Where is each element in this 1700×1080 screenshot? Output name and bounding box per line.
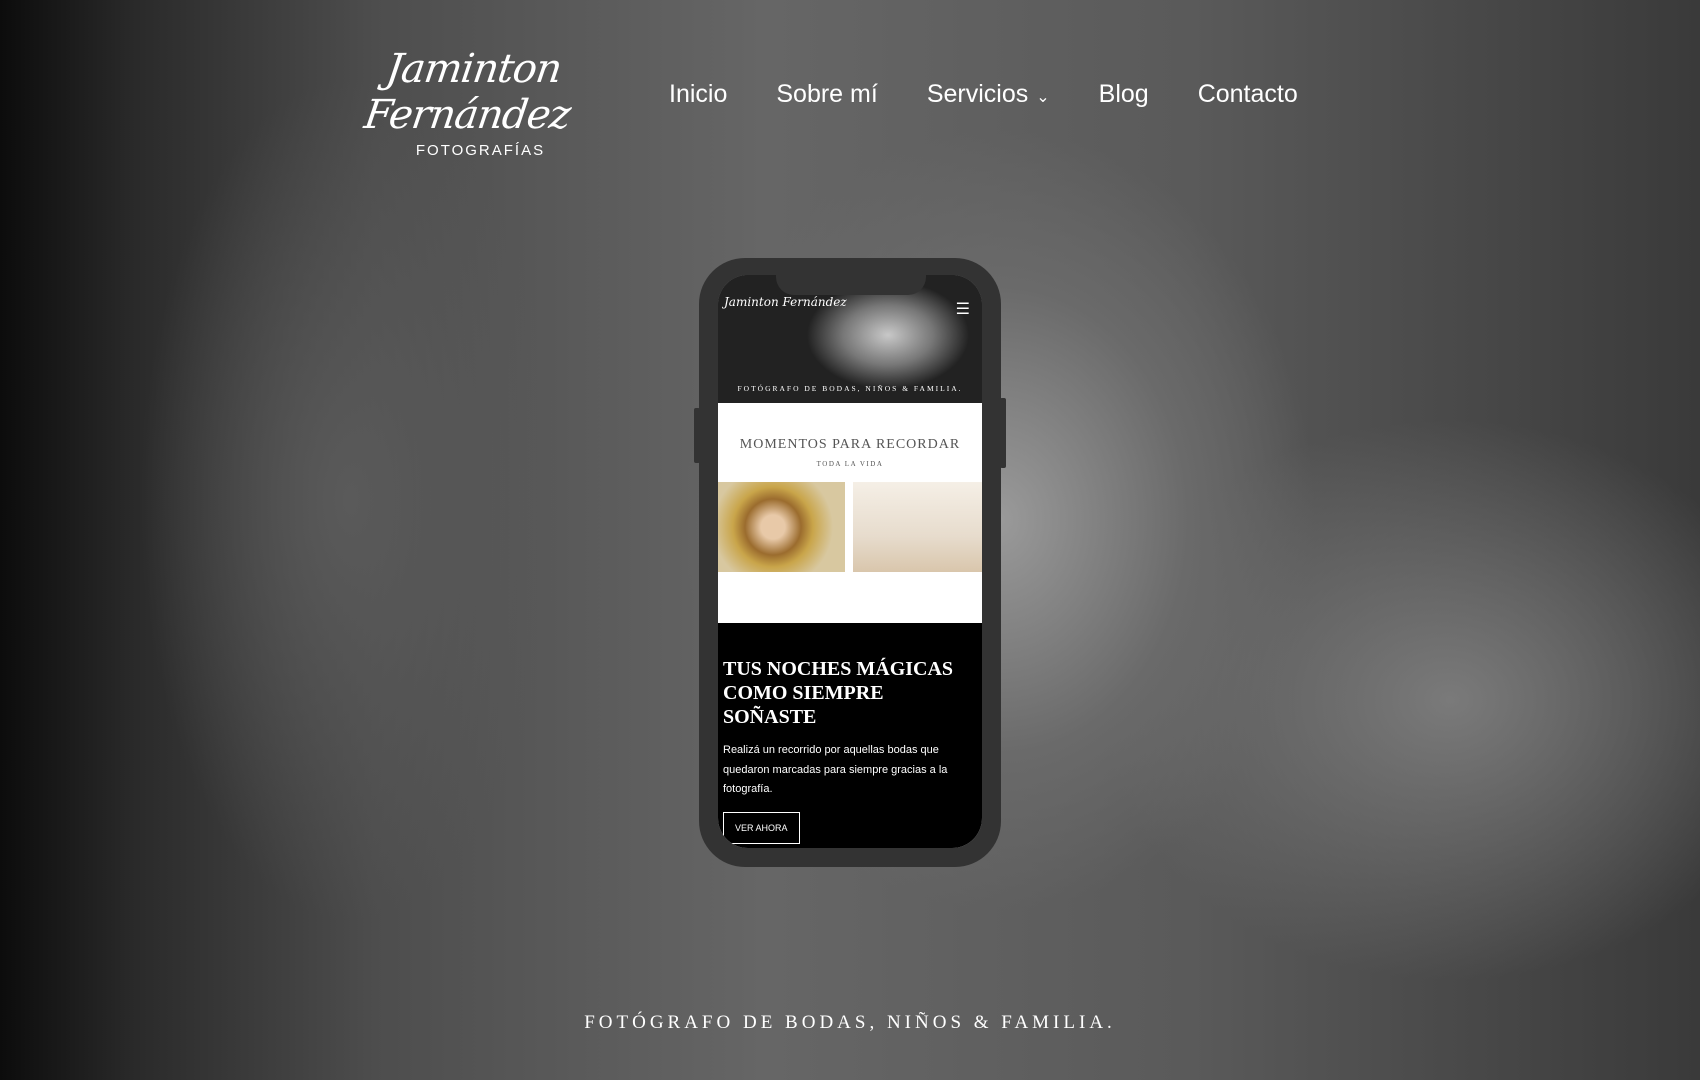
section-subtitle: TODA LA VIDA bbox=[816, 460, 884, 468]
photo-bride-shoe[interactable] bbox=[853, 482, 982, 572]
nav-sobre-mi[interactable]: Sobre mí bbox=[776, 80, 877, 109]
nav-blog[interactable]: Blog bbox=[1099, 80, 1149, 109]
mobile-hero-tagline: FOTÓGRAFO DE BODAS, NIÑOS & FAMILIA. bbox=[737, 384, 963, 393]
nav-servicios[interactable]: Servicios ⌄ bbox=[927, 80, 1050, 109]
promo-title: TUS NOCHES MÁGICAS COMO SIEMPRE SOÑASTE bbox=[723, 658, 954, 728]
nav-servicios-label: Servicios bbox=[926, 80, 1029, 108]
main-nav: Inicio Sobre mí Servicios ⌄ Blog Contacto bbox=[669, 80, 1298, 109]
promo-text: Realizá un recorrido por aquellas bodas … bbox=[723, 744, 948, 795]
photo-child-lion[interactable] bbox=[718, 482, 845, 572]
ver-ahora-button[interactable]: VER AHORA bbox=[723, 811, 800, 844]
logo-sub: FOTOGRAFÍAS bbox=[415, 142, 546, 159]
phone-mockup: Jaminton Fernández ☰ FOTÓGRAFO DE BODAS,… bbox=[694, 258, 1006, 867]
nav-inicio[interactable]: Inicio bbox=[669, 80, 727, 109]
gallery bbox=[718, 482, 982, 572]
phone-notch bbox=[776, 275, 926, 295]
chevron-down-icon: ⌄ bbox=[1036, 89, 1050, 106]
phone-screen: Jaminton Fernández ☰ FOTÓGRAFO DE BODAS,… bbox=[718, 275, 982, 848]
logo-script: Jaminton Fernández bbox=[361, 46, 574, 138]
phone-button bbox=[1000, 398, 1006, 468]
hamburger-menu-icon[interactable]: ☰ bbox=[956, 299, 970, 319]
hero-tagline: FOTÓGRAFO DE BODAS, NIÑOS & FAMILIA. bbox=[584, 1012, 1116, 1033]
section-title: MOMENTOS PARA RECORDAR bbox=[739, 437, 961, 452]
moments-section: MOMENTOS PARA RECORDAR TODA LA VIDA bbox=[718, 403, 982, 468]
site-logo[interactable]: Jaminton Fernández FOTOGRAFÍAS bbox=[338, 46, 603, 159]
phone-button bbox=[694, 408, 700, 463]
nav-contacto[interactable]: Contacto bbox=[1198, 80, 1298, 109]
mobile-logo: Jaminton Fernández bbox=[724, 295, 847, 309]
promo-section: TUS NOCHES MÁGICAS COMO SIEMPRE SOÑASTE … bbox=[718, 623, 982, 848]
